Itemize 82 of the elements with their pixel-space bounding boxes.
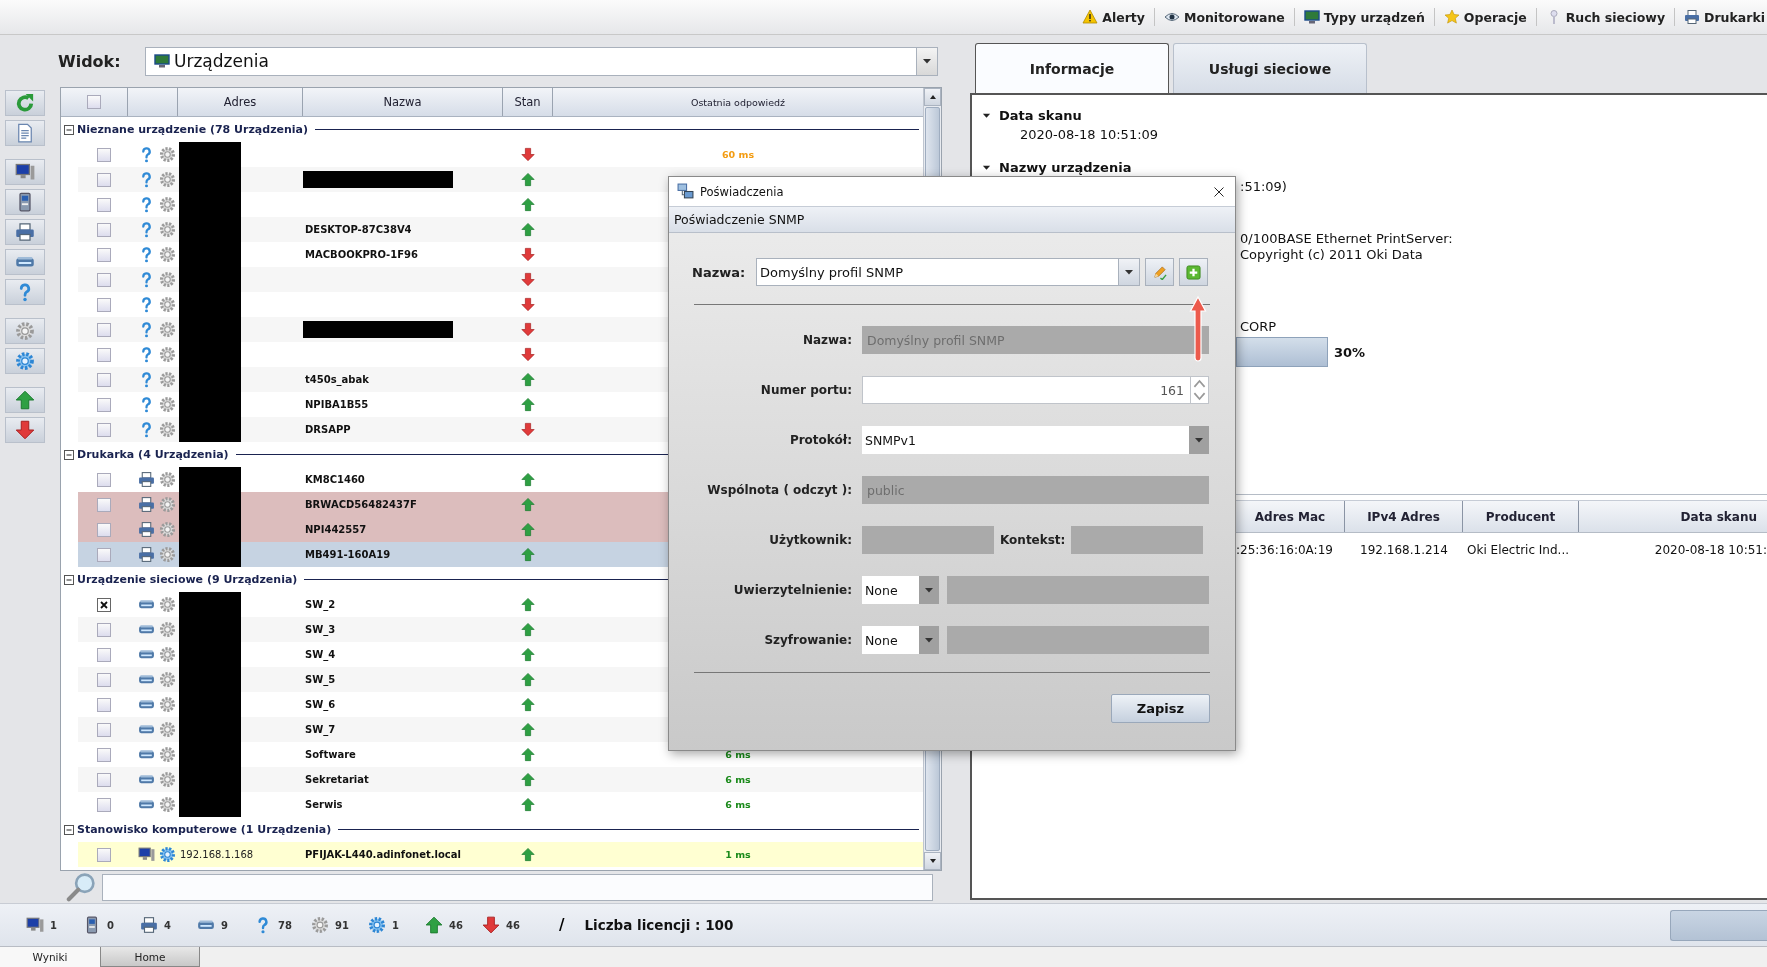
device-name: MB491-160A19 bbox=[304, 549, 391, 560]
device-name: SW_4 bbox=[304, 649, 336, 660]
field-label: Nazwa: bbox=[801, 333, 852, 347]
section-header: Poświadczenie SNMP bbox=[669, 206, 1235, 233]
table-cell-text: :25:36:16:0A:19 bbox=[1236, 543, 1334, 557]
license-text: Liczba licencji : 100 bbox=[584, 917, 734, 933]
response-time: 60 ms bbox=[721, 149, 755, 160]
count-label: 4 bbox=[164, 919, 171, 931]
menu-item[interactable]: Monitorowane bbox=[1153, 8, 1294, 26]
menu-item[interactable]: Drukarki bbox=[1674, 8, 1767, 26]
group-title: Urządzenie sieciowe (9 Urządzenia) bbox=[77, 573, 298, 586]
device-name: BRWACD56482437F bbox=[304, 499, 417, 510]
menu-item[interactable]: Alerty bbox=[1073, 8, 1154, 26]
device-name: SW_3 bbox=[304, 624, 336, 635]
device-name: SW_6 bbox=[304, 699, 336, 710]
address-text: 192.168.1.168 bbox=[179, 849, 254, 860]
menu-item[interactable]: Operacje bbox=[1433, 8, 1536, 26]
device-name: Software bbox=[304, 749, 356, 760]
column-header[interactable]: IPv4 Adres bbox=[1345, 501, 1463, 532]
response-time: 6 ms bbox=[725, 749, 751, 760]
field-label: Kontekst: bbox=[1000, 533, 1066, 547]
view-label: Widok: bbox=[58, 51, 122, 71]
info-text: Copyright (c) 2011 Oki Data bbox=[1240, 247, 1424, 263]
device-name: KM8C1460 bbox=[304, 474, 365, 485]
device-name: PFIJAK-L440.adinfonet.local bbox=[304, 849, 461, 860]
info-text: 0/100BASE Ethernet PrintServer: bbox=[1240, 231, 1454, 247]
info-text: :51:09) bbox=[1240, 179, 1288, 195]
table-row[interactable]: 192.168.1.168 PFIJAK-L440.adinfonet.local 1 ms bbox=[78, 842, 923, 867]
group-title: Nieznane urządzenie (78 Urządzenia) bbox=[77, 123, 309, 136]
device-name: NPI442557 bbox=[304, 524, 367, 535]
response-time: 6 ms bbox=[725, 774, 751, 785]
group-title: Stanowisko komputerowe (1 Urządzenia) bbox=[77, 823, 332, 836]
protocol-dropdown[interactable]: SNMPv1 bbox=[862, 426, 1209, 454]
count-label: 46 bbox=[506, 919, 520, 931]
column-header[interactable]: Nazwa bbox=[303, 88, 503, 116]
count-label: 1 bbox=[392, 919, 399, 931]
field-label: Nazwa: bbox=[692, 264, 747, 280]
separator-text: / bbox=[559, 916, 565, 934]
count-label: 91 bbox=[335, 919, 349, 931]
tab[interactable]: Usługi sieciowe bbox=[1173, 43, 1367, 93]
save-button[interactable]: Zapisz bbox=[1111, 694, 1210, 723]
device-name: t450s_abak bbox=[304, 374, 369, 385]
count-label: 1 bbox=[50, 919, 57, 931]
tab[interactable]: Informacje bbox=[975, 43, 1169, 93]
column-header[interactable]: Producent bbox=[1463, 501, 1579, 532]
table-cell-text: Oki Electric Ind... bbox=[1466, 543, 1571, 557]
table-row[interactable]: Sekretariat 6 ms bbox=[78, 767, 923, 792]
device-name: SW_2 bbox=[304, 599, 336, 610]
response-time: 1 ms bbox=[725, 849, 751, 860]
device-name: DESKTOP-87C38V4 bbox=[304, 224, 412, 235]
tab[interactable]: Home bbox=[100, 947, 200, 967]
table-cell-text: 2020-08-18 10:51: bbox=[1653, 543, 1767, 557]
device-name: Serwis bbox=[304, 799, 343, 810]
device-name: Sekretariat bbox=[304, 774, 369, 785]
tab[interactable]: Wyniki bbox=[0, 947, 100, 967]
profile-dropdown[interactable]: Domyślny profil SNMP bbox=[756, 258, 1140, 286]
progress-label: 30% bbox=[1334, 344, 1366, 360]
count-label: 78 bbox=[278, 919, 292, 931]
device-name: SW_7 bbox=[304, 724, 336, 735]
count-label: 0 bbox=[107, 919, 114, 931]
view-dropdown[interactable]: Urządzenia bbox=[145, 46, 938, 76]
info-text: CORP bbox=[1240, 319, 1278, 335]
port-spinner[interactable]: 161 bbox=[862, 376, 1209, 404]
section-title: Nazwy urządzenia bbox=[999, 159, 1132, 175]
device-name: DRSAPP bbox=[304, 424, 351, 435]
response-time: 6 ms bbox=[725, 799, 751, 810]
column-header[interactable]: Ostatnia odpowiedź bbox=[553, 88, 923, 116]
group-title: Drukarka (4 Urządzenia) bbox=[77, 448, 229, 461]
device-name: SW_5 bbox=[304, 674, 336, 685]
device-name: NPIBA1B55 bbox=[304, 399, 369, 410]
section-title: Data skanu bbox=[999, 107, 1082, 123]
device-name: MACBOOKPRO-1F96 bbox=[304, 249, 418, 260]
scan-date: 2020-08-18 10:51:09 bbox=[1019, 126, 1160, 144]
menu-item[interactable]: Typy urządzeń bbox=[1293, 8, 1434, 26]
table-cell-text: 192.168.1.214 bbox=[1359, 543, 1449, 557]
column-header[interactable]: Stan bbox=[503, 88, 553, 116]
count-label: 9 bbox=[221, 919, 228, 931]
column-header[interactable]: Adres bbox=[178, 88, 303, 116]
column-header[interactable]: Data skanu bbox=[1579, 501, 1767, 532]
menu-item[interactable]: Ruch sieciowy bbox=[1535, 8, 1675, 26]
dialog-title: Poświadczenia bbox=[700, 184, 784, 199]
count-label: 46 bbox=[449, 919, 463, 931]
